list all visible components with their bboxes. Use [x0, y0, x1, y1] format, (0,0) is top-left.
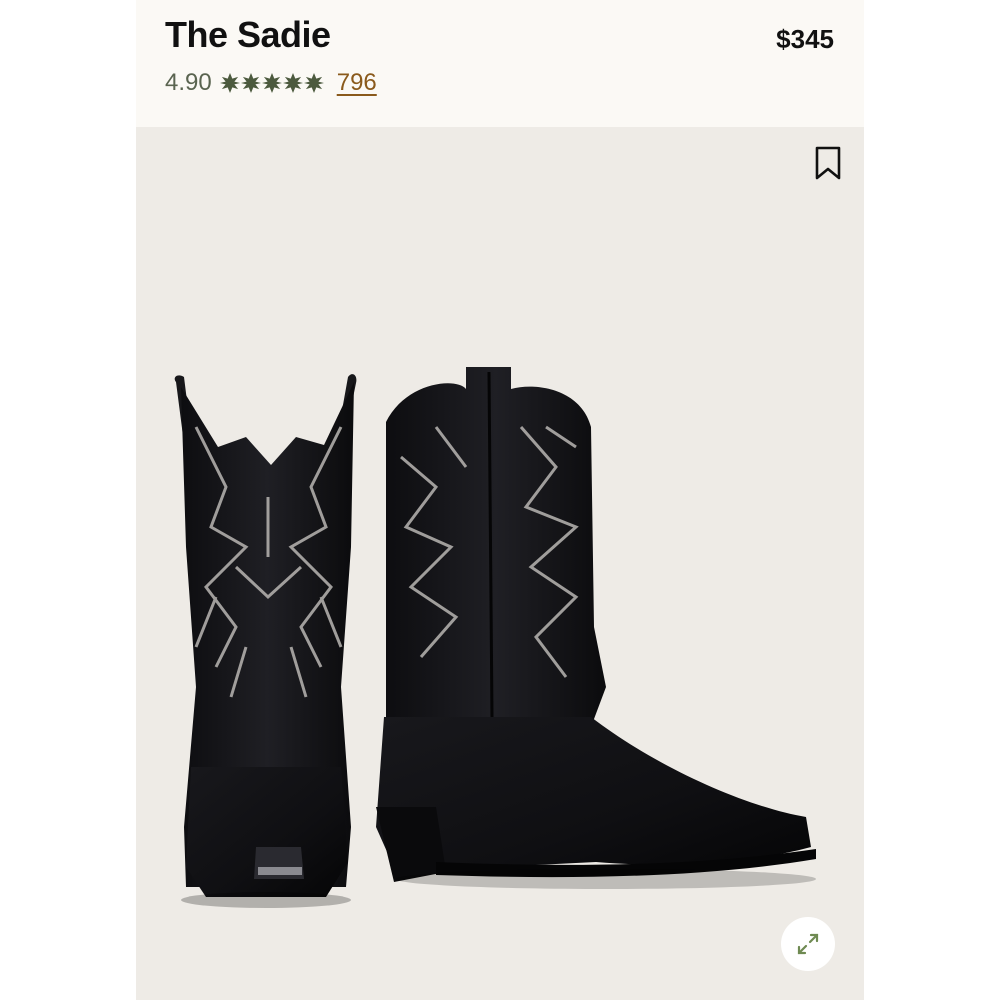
product-image-area [136, 127, 864, 1000]
product-price: $345 [776, 24, 834, 54]
expand-icon [797, 933, 819, 955]
right-boot [376, 367, 816, 889]
product-header: The Sadie $345 4.90 796 [136, 0, 864, 127]
star-rating [219, 73, 325, 93]
star-icon [261, 73, 282, 93]
review-count-link[interactable]: 796 [337, 69, 377, 97]
star-icon [282, 73, 303, 93]
product-title: The Sadie [165, 14, 331, 55]
left-boot [174, 374, 357, 908]
rating-value: 4.90 [165, 69, 212, 96]
bookmark-icon [815, 146, 841, 180]
product-image [174, 367, 816, 908]
product-card: The Sadie $345 4.90 796 [136, 0, 864, 1000]
star-icon [219, 73, 240, 93]
star-icon [240, 73, 261, 93]
bookmark-button[interactable] [812, 145, 844, 181]
star-icon [303, 73, 324, 93]
rating-row: 4.90 796 [165, 67, 377, 99]
expand-image-button[interactable] [781, 917, 835, 971]
